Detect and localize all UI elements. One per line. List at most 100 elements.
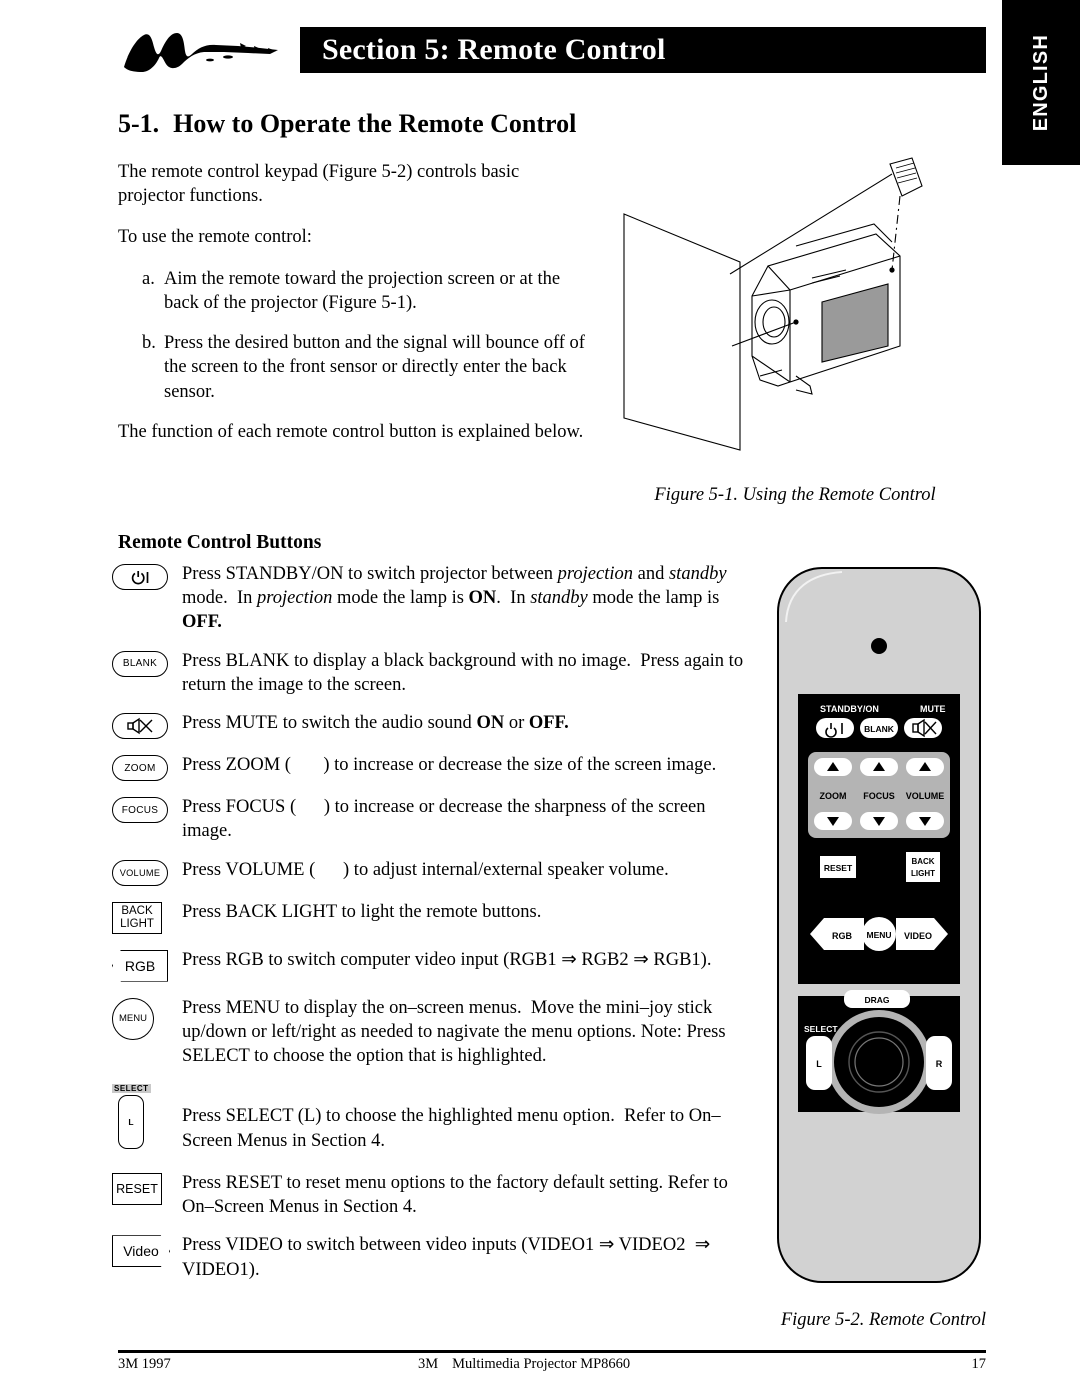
list-item: MENU Press MENU to display the on–screen… — [112, 996, 752, 1069]
power-standby-on-icon — [112, 564, 168, 590]
footer-brand: 3M — [418, 1356, 439, 1372]
select-label-remote: SELECT — [804, 1024, 838, 1034]
section-number: 5-1. — [118, 109, 160, 138]
rgb-button-icon: RGB — [112, 949, 168, 982]
list-item: RESET Press RESET to reset menu options … — [112, 1171, 752, 1219]
intro-paragraph-1: The remote control keypad (Figure 5-2) c… — [118, 162, 520, 207]
page-title: 5-1. How to Operate the Remote Control — [118, 109, 576, 139]
svg-text:MENU: MENU — [866, 930, 891, 940]
button-icon-cell: MENU — [112, 996, 180, 1069]
language-tab-label: ENGLISH — [1029, 33, 1052, 132]
button-icon-cell: ZOOM — [112, 753, 180, 782]
svg-text:R: R — [936, 1059, 943, 1069]
button-description: Press MENU to display the on–screen menu… — [182, 997, 726, 1067]
figure-using-remote-illustration — [600, 150, 990, 480]
button-icon-cell: SELECT L — [112, 1082, 180, 1152]
step-text: Press the desired button and the signal … — [164, 333, 585, 402]
section-header-title: Section 5: Remote Control — [322, 33, 666, 66]
section-header-bar: Section 5: Remote Control — [300, 27, 986, 73]
button-icon-cell: FOCUS — [112, 795, 180, 843]
step-marker: a. — [142, 268, 155, 289]
button-icon-cell: RGB — [112, 948, 180, 982]
footer-copyright: 3M 1997 — [118, 1356, 171, 1372]
button-description: Press VIDEO to switch between video inpu… — [182, 1235, 711, 1280]
svg-text:RESET: RESET — [824, 863, 853, 873]
volume-group-label: VOLUME — [906, 791, 945, 801]
svg-text:BACK: BACK — [911, 857, 934, 866]
button-description: Press STANDBY/ON to switch projector bet… — [182, 564, 727, 633]
list-item: Press MUTE to switch the audio sound ON … — [112, 711, 752, 740]
list-item: BACK LIGHT Press BACK LIGHT to light the… — [112, 900, 752, 934]
button-description: Press BACK LIGHT to light the remote but… — [182, 901, 542, 922]
select-left-key: L — [118, 1095, 144, 1150]
zoom-button-icon: ZOOM — [112, 755, 168, 782]
button-description: Press SELECT (L) to choose the highlight… — [182, 1106, 721, 1151]
button-icon-cell: Video — [112, 1233, 180, 1281]
buttons-section-heading: Remote Control Buttons — [118, 532, 322, 553]
menu-button-icon: MENU — [112, 997, 154, 1040]
footer-divider — [118, 1350, 986, 1353]
list-item: FOCUS Press FOCUS ( ) to increase or dec… — [112, 795, 752, 843]
intro-steps-list: a. Aim the remote toward the projection … — [118, 267, 588, 404]
list-item: b. Press the desired button and the sign… — [118, 331, 588, 404]
button-description: Press BLANK to display a black backgroun… — [182, 650, 744, 695]
step-marker: b. — [142, 333, 156, 354]
focus-group-label: FOCUS — [863, 791, 895, 801]
intro-paragraph-3: The function of each remote control butt… — [118, 421, 584, 442]
button-description: Press VOLUME ( ) to adjust internal/exte… — [182, 859, 669, 880]
volume-button-icon: VOLUME — [112, 859, 168, 886]
ir-emitter-dot — [871, 638, 887, 654]
footer-product-name: Multimedia Projector MP8660 — [452, 1356, 631, 1372]
button-icon-cell: VOLUME — [112, 858, 180, 886]
mute-label: MUTE — [920, 704, 946, 714]
button-description: Press FOCUS ( ) to increase or decrease … — [182, 797, 706, 842]
list-item: Video Press VIDEO to switch between vide… — [112, 1233, 752, 1281]
standby-on-label: STANDBY/ON — [820, 704, 879, 714]
svg-text:LIGHT: LIGHT — [911, 869, 935, 878]
back-light-line-2: LIGHT — [120, 917, 154, 930]
mute-speaker-icon — [112, 713, 168, 740]
button-description: Press MUTE to switch the audio sound ON … — [182, 713, 569, 734]
list-item: SELECT L Press SELECT (L) to choose the … — [112, 1082, 752, 1152]
footer-product: 3M Multimedia Projector MP8660 — [298, 1356, 946, 1373]
back-light-line-1: BACK — [121, 904, 153, 917]
intro-paragraph-2: To use the remote control: — [118, 227, 312, 248]
button-description: Press ZOOM ( ) to increase or decrease t… — [182, 755, 717, 776]
svg-text:RGB: RGB — [832, 931, 853, 941]
figure-5-2-caption: Figure 5-2. Remote Control — [780, 1310, 986, 1330]
list-item: ZOOM Press ZOOM ( ) to increase or decre… — [112, 753, 752, 782]
button-icon-cell — [112, 711, 180, 740]
figure-remote-control-illustration: STANDBY/ON MUTE BLANK ZOOM FOCUS VOLUME — [772, 562, 986, 1288]
blank-button-icon: BLANK — [112, 650, 168, 677]
back-light-button-icon: BACK LIGHT — [112, 901, 162, 934]
button-icon-cell: BACK LIGHT — [112, 900, 180, 934]
zoom-group-label: ZOOM — [820, 791, 847, 801]
list-item: a. Aim the remote toward the projection … — [118, 267, 588, 315]
list-item: Press STANDBY/ON to switch projector bet… — [112, 562, 752, 635]
svg-text:VIDEO: VIDEO — [904, 931, 932, 941]
footer-page-number: 17 — [971, 1356, 987, 1372]
page-footer: 3M 1997 3M Multimedia Projector MP8660 17 — [118, 1356, 986, 1373]
language-tab: ENGLISH — [1002, 0, 1080, 165]
button-icon-cell — [112, 562, 180, 635]
figure-5-1-caption: Figure 5-1. Using the Remote Control — [654, 485, 936, 505]
button-icon-cell: BLANK — [112, 649, 180, 697]
button-icon-cell: RESET — [112, 1171, 180, 1219]
svg-text:L: L — [816, 1059, 822, 1069]
select-label: SELECT — [112, 1084, 151, 1094]
svg-text:BLANK: BLANK — [864, 724, 895, 734]
3m-logo — [120, 27, 292, 75]
video-button-icon: Video — [112, 1235, 170, 1268]
step-text: Aim the remote toward the projection scr… — [164, 268, 561, 313]
list-item: BLANK Press BLANK to display a black bac… — [112, 649, 752, 697]
list-item: RGB Press RGB to switch computer video i… — [112, 948, 752, 982]
button-description: Press RESET to reset menu options to the… — [182, 1172, 728, 1218]
focus-button-icon: FOCUS — [112, 797, 168, 824]
list-item: VOLUME Press VOLUME ( ) to adjust intern… — [112, 858, 752, 886]
select-left-button-icon: SELECT L — [112, 1084, 180, 1150]
button-description: Press RGB to switch computer video input… — [182, 949, 712, 970]
svg-text:DRAG: DRAG — [864, 995, 889, 1005]
remote-button-description-list: Press STANDBY/ON to switch projector bet… — [112, 562, 752, 1296]
intro-text-block: The remote control keypad (Figure 5-2) c… — [118, 160, 588, 461]
section-title-text: How to Operate the Remote Control — [173, 109, 577, 138]
